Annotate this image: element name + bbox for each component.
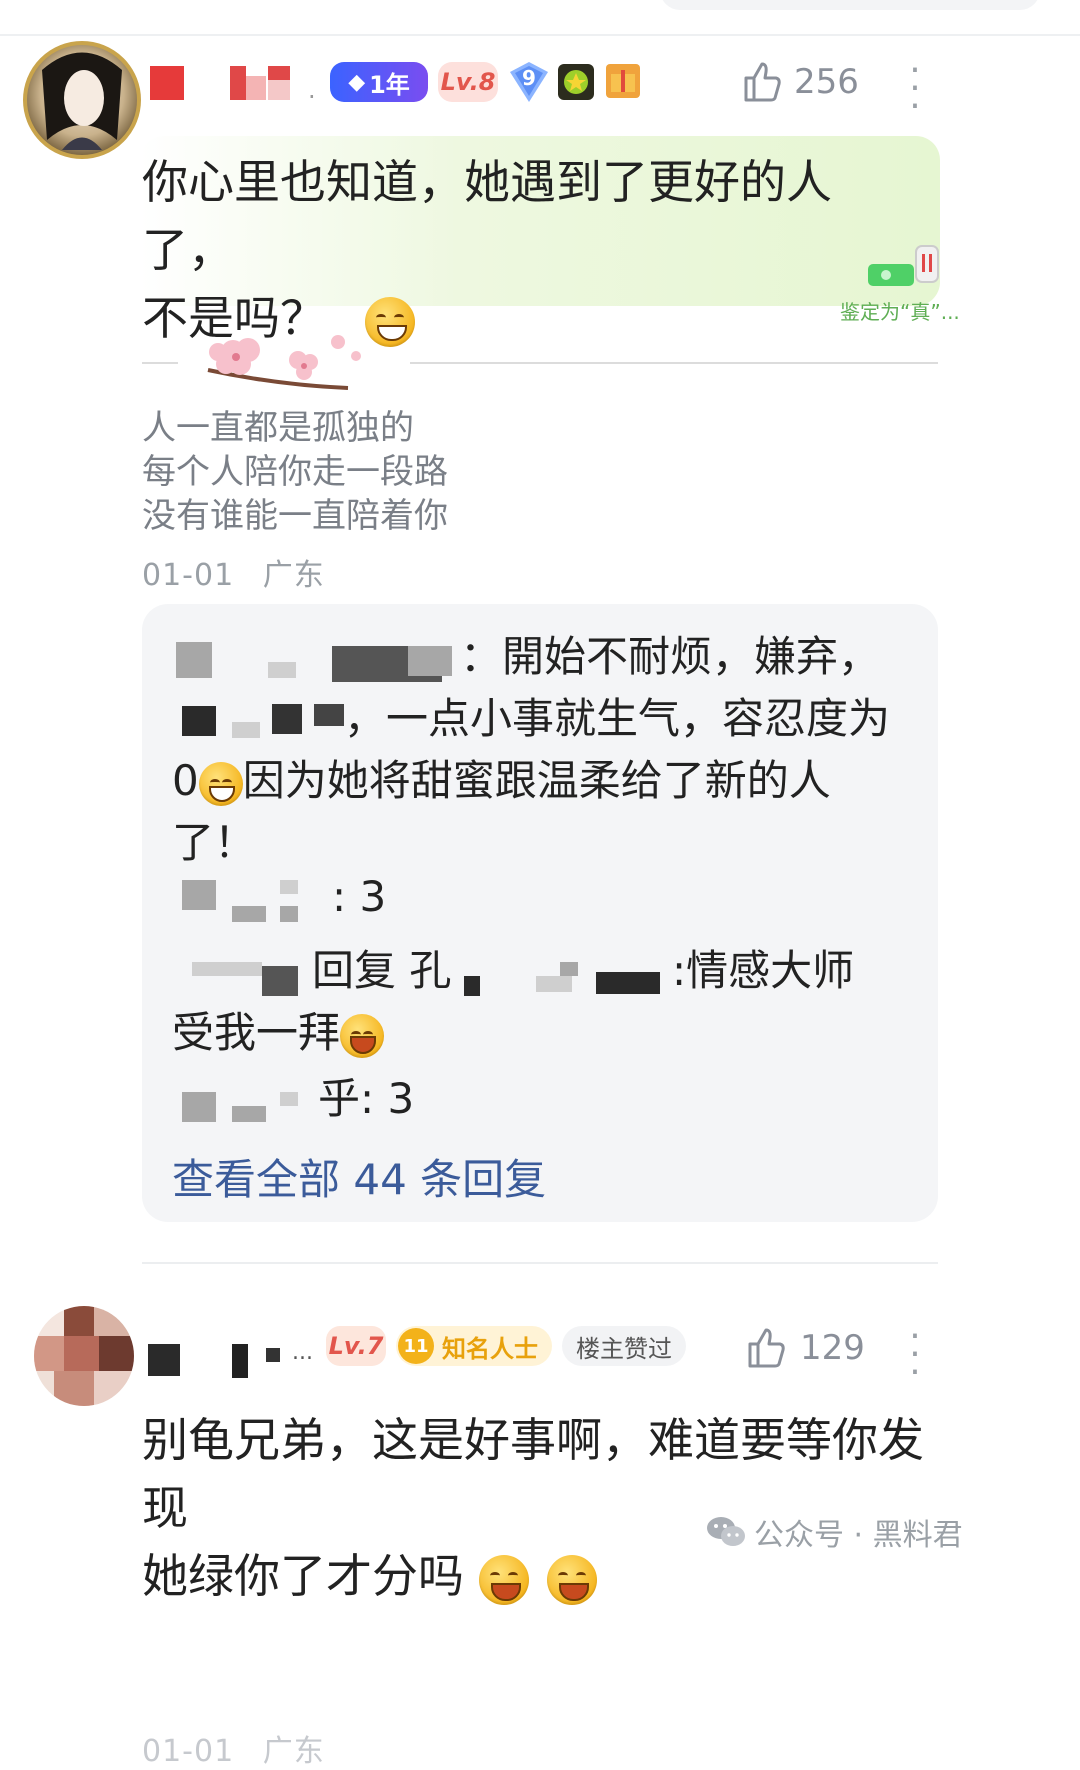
comment-text: 你心里也知道，她遇到了更好的人了， 不是吗？ [142, 155, 832, 347]
thumbs-up-icon [748, 1328, 785, 1368]
signature-divider-right [410, 362, 938, 364]
avatar-image [23, 41, 141, 159]
view-all-replies-link[interactable]: 查看全部 44 条回复 [172, 1146, 546, 1207]
reply-3[interactable]: 回复 孔 :情感大师 受我一拜 [172, 940, 912, 1064]
signature-divider-left [142, 362, 178, 364]
watermark: 公众号 · 黑料君 [706, 1510, 963, 1554]
reply-2[interactable]: : 3 [172, 866, 912, 928]
level-badge: Lv.7 [326, 1326, 386, 1366]
more-vertical-icon: · · · [909, 50, 921, 127]
fan-level-icon: 11 [398, 1328, 434, 1364]
laughing-emoji [340, 1013, 385, 1058]
gift-badge [606, 64, 640, 98]
comment-meta: 01-01 广东 [142, 550, 325, 594]
username-mosaic[interactable] [148, 1340, 288, 1378]
signature: 人一直都是孤独的 每个人陪你走一段路 没有谁能一直陪着你 [142, 408, 448, 536]
laughing-emoji [478, 1554, 529, 1605]
medal-badge [558, 64, 594, 100]
thumbs-up-icon [744, 62, 781, 102]
top-bar-remnant [660, 0, 1040, 10]
owner-liked-badge: 楼主赞过 [562, 1326, 686, 1366]
gift-icon [611, 70, 635, 92]
reply-1[interactable]: ：開始不耐烦，嫌弃， ，一点小事就生气，容忍度为 0 因为她将甜蜜跟温柔给了新的人… [172, 626, 912, 874]
verify-sticker [866, 244, 946, 294]
top-divider [0, 34, 1080, 36]
wechat-icon [707, 1517, 745, 1546]
shield-badge: 9 [508, 60, 550, 104]
level-badge: Lv.8 [438, 62, 498, 102]
reply-4[interactable]: 乎: 3 [172, 1068, 912, 1130]
like-button[interactable]: 129 [746, 1326, 865, 1370]
avatar[interactable] [22, 40, 142, 160]
comment-meta: 01-01 广东 [142, 1734, 325, 1769]
flower-icon [207, 335, 361, 390]
username-mosaic[interactable] [150, 66, 310, 102]
reply-author-mosaic [182, 1092, 216, 1122]
more-vertical-icon: · · · [909, 1316, 921, 1393]
username-ellipsis: ... [292, 1340, 313, 1365]
laughing-emoji [547, 1554, 598, 1605]
more-options-button[interactable]: · · · [905, 1319, 925, 1391]
test-tube-icon [868, 245, 939, 286]
star-medal-icon [564, 70, 588, 94]
flower-decoration [188, 330, 378, 400]
avatar[interactable] [34, 1306, 134, 1406]
comment-divider [142, 1262, 938, 1264]
diamond-icon: ◆ [348, 69, 366, 95]
username-dot: . [308, 76, 316, 104]
comment-text: 别龟兄弟，这是好事啊，难道要等你发现 她绿你了才分吗 [142, 1413, 924, 1605]
avatar-image [34, 1306, 134, 1406]
grin-emoji [198, 761, 243, 806]
like-button[interactable]: 256 [742, 60, 859, 104]
reply-author-mosaic [176, 642, 212, 678]
fan-badge: 11 知名人士 [396, 1326, 552, 1366]
reply-author-mosaic [182, 880, 216, 910]
comment-location: 广东 [262, 558, 325, 593]
more-options-button[interactable]: · · · [905, 53, 925, 125]
membership-years-badge: ◆ 1年 [330, 62, 428, 102]
comment-date: 01-01 [142, 558, 235, 593]
verify-label: 鉴定为“真”... [840, 300, 960, 324]
